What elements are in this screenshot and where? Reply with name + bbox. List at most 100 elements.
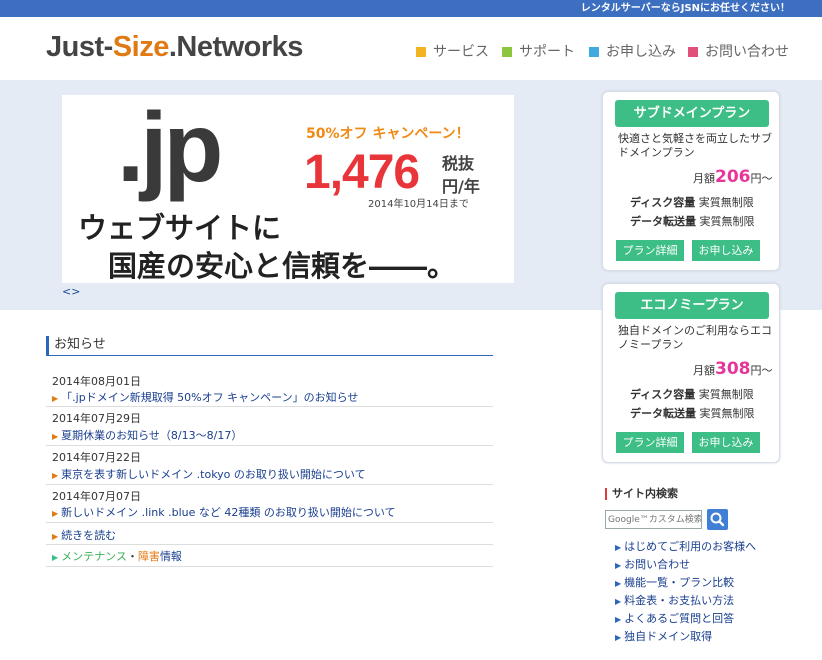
side-link-label: よくあるご質問と回答 (624, 612, 735, 625)
arrow-right-icon: ▶ (52, 432, 59, 441)
square-icon (416, 47, 426, 57)
logo-part-size: Size (112, 31, 170, 63)
news-heading: お知らせ (46, 336, 493, 356)
price-prefix: 月額 (693, 172, 715, 185)
arrow-right-icon: ▶ (615, 633, 622, 642)
transfer-label: データ転送量 (630, 215, 696, 228)
arrow-right-icon: ▶ (52, 394, 59, 403)
news-title: 「.jpドメイン新規取得 50%オフ キャンペーン」のお知らせ (61, 391, 359, 404)
news-date: 2014年07月07日 (52, 490, 141, 503)
banner-tld: .jp (117, 95, 223, 202)
arrow-right-icon: ▶ (52, 532, 59, 541)
site-logo[interactable]: Just-Size.Networks (46, 31, 303, 64)
nav-support-label: サポート (519, 44, 575, 60)
top-banner-bar: レンタルサーバーならJSNにお任せください！ (0, 0, 822, 17)
search-button[interactable] (707, 509, 728, 530)
side-link-features[interactable]: ▶ 機能一覧・プラン比較 (615, 574, 734, 590)
side-link-beginners[interactable]: ▶ はじめてご利用のお客様へ (615, 538, 756, 554)
logo-part-just: Just- (46, 31, 113, 63)
plan-title[interactable]: エコノミープラン (615, 292, 769, 319)
plan-price: 月額308円〜 (693, 359, 773, 379)
news-item: 2014年07月07日 ▶ 新しいドメイン .link .blue など 42種類… (46, 485, 493, 523)
nav-contact-label: お問い合わせ (705, 44, 789, 60)
arrow-right-icon: ▶ (615, 615, 622, 624)
plan-detail-button[interactable]: プラン詳細 (616, 432, 684, 453)
news-maintenance: ▶ メンテナンス・障害情報 (46, 545, 493, 567)
side-link-label: 独自ドメイン取得 (624, 630, 713, 643)
news-link[interactable]: ▶ 夏期休業のお知らせ（8/13〜8/17） (52, 427, 242, 443)
side-link-contact[interactable]: ▶ お問い合わせ (615, 556, 690, 572)
arrow-right-icon: ▶ (615, 597, 622, 606)
side-link-label: 料金表・お支払い方法 (624, 594, 735, 607)
plan-apply-button[interactable]: お申し込み (692, 240, 760, 261)
banner-tagline-1: ウェブサイトに (78, 211, 282, 245)
slider-nav[interactable]: <> (62, 285, 80, 298)
read-more-link[interactable]: ▶ 続きを読む (52, 527, 116, 543)
news-title: 新しいドメイン .link .blue など 42種類 のお取り扱い開始について (61, 506, 396, 519)
side-link-domain[interactable]: ▶ 独自ドメイン取得 (615, 628, 712, 644)
side-link-faq[interactable]: ▶ よくあるご質問と回答 (615, 610, 734, 626)
side-link-pricing[interactable]: ▶ 料金表・お支払い方法 (615, 592, 734, 608)
arrow-right-icon: ▶ (52, 471, 59, 480)
nav-support[interactable]: サポート (502, 41, 575, 61)
maintenance-link[interactable]: ▶ メンテナンス・障害情報 (52, 548, 182, 564)
plan-card-economy: エコノミープラン 独自ドメインのご利用ならエコノミープラン 月額308円〜 ディ… (602, 283, 780, 463)
disk-label: ディスク容量 (630, 388, 696, 401)
news-date: 2014年07月22日 (52, 451, 141, 464)
disk-value: 実質無制限 (698, 388, 754, 401)
maintenance-separator: ・ (126, 550, 138, 563)
disk-value: 実質無制限 (698, 196, 754, 209)
banner-tagline-2: 国産の安心と信頼を――。 (108, 249, 457, 283)
banner-price: 1,476 (304, 146, 420, 199)
nav-apply-label: お申し込み (606, 44, 676, 60)
nav-apply[interactable]: お申し込み (589, 41, 676, 61)
info-label: 情報 (159, 550, 182, 563)
banner-tax: 税抜 (442, 154, 475, 173)
price-value: 206 (715, 167, 751, 187)
plan-price: 月額206円〜 (693, 167, 773, 187)
transfer-value: 実質無制限 (699, 215, 755, 228)
arrow-right-icon: ▶ (52, 509, 59, 518)
news-item: 2014年08月01日 ▶ 「.jpドメイン新規取得 50%オフ キャンペーン」の… (46, 368, 493, 407)
news-link[interactable]: ▶ 東京を表す新しいドメイン .tokyo のお取り扱い開始について (52, 466, 366, 482)
news-date: 2014年07月29日 (52, 412, 141, 425)
plan-transfer: データ転送量 実質無制限 (630, 213, 755, 229)
disk-label: ディスク容量 (630, 196, 696, 209)
news-date: 2014年08月01日 (52, 375, 141, 388)
arrow-right-icon: ▶ (615, 543, 622, 552)
price-value: 308 (715, 359, 751, 379)
search-icon (710, 512, 725, 527)
plan-card-subdomain: サブドメインプラン 快適さと気軽さを両立したサブドメインプラン 月額206円〜 … (602, 91, 780, 271)
arrow-right-icon: ▶ (615, 579, 622, 588)
square-icon (688, 47, 698, 57)
price-prefix: 月額 (693, 364, 715, 377)
site-search-input[interactable] (605, 510, 702, 529)
nav-service[interactable]: サービス (416, 41, 489, 61)
plan-title[interactable]: サブドメインプラン (615, 100, 769, 127)
banner-unit: 円/年 (442, 177, 480, 196)
news-title: 東京を表す新しいドメイン .tokyo のお取り扱い開始について (61, 468, 366, 481)
plan-detail-button[interactable]: プラン詳細 (616, 240, 684, 261)
news-link[interactable]: ▶ 新しいドメイン .link .blue など 42種類 のお取り扱い開始につい… (52, 504, 396, 520)
read-more-label: 続きを読む (61, 529, 117, 542)
banner-campaign: 50%オフ キャンペーン！ (306, 126, 470, 142)
transfer-label: データ転送量 (630, 407, 696, 420)
transfer-value: 実質無制限 (699, 407, 755, 420)
side-link-label: お問い合わせ (624, 558, 691, 571)
price-suffix: 円〜 (750, 172, 773, 185)
site-search-heading: サイト内検索 (605, 488, 678, 500)
plan-disk: ディスク容量 実質無制限 (630, 194, 754, 210)
campaign-banner[interactable]: .jp 50%オフ キャンペーン！ 1,476 税抜 円/年 2014年10月1… (62, 95, 514, 283)
plan-description: 快適さと気軽さを両立したサブドメインプラン (618, 132, 772, 159)
price-suffix: 円〜 (750, 364, 773, 377)
plan-description: 独自ドメインのご利用ならエコノミープラン (618, 324, 772, 351)
nav-contact[interactable]: お問い合わせ (688, 41, 789, 61)
incident-label: 障害 (137, 550, 160, 563)
banner-until: 2014年10月14日まで (368, 199, 469, 210)
plan-transfer: データ転送量 実質無制限 (630, 405, 755, 421)
square-icon (502, 47, 512, 57)
news-link[interactable]: ▶ 「.jpドメイン新規取得 50%オフ キャンペーン」のお知らせ (52, 389, 358, 405)
plan-apply-button[interactable]: お申し込み (692, 432, 760, 453)
top-banner-text: レンタルサーバーならJSNにお任せください！ (580, 3, 790, 14)
maintenance-label: メンテナンス (61, 550, 127, 563)
